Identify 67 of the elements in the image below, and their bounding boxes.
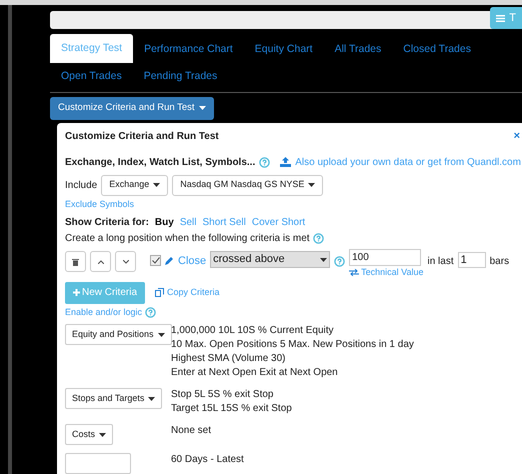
panel-title: Customize Criteria and Run Test [65,130,219,144]
delete-button[interactable] [65,251,86,272]
field-link[interactable]: Close [178,253,206,270]
exchanges-dropdown[interactable]: Nasdaq GM Nasdaq GS NYSE [172,174,324,196]
tab[interactable]: Performance Chart [133,36,244,63]
close-button[interactable]: × [514,128,520,144]
settings-summary: Target 15L 15S % exit Stop [171,402,292,416]
settings-summary: Enter at Next Open Exit at Next Open [171,366,339,380]
tab[interactable]: Open Trades [50,63,133,90]
upload-link[interactable]: Also upload your own data or get from Quandl.com [295,154,521,170]
settings-dropdown[interactable]: Stops and Targets [65,388,162,409]
settings-dropdown[interactable]: Costs [65,424,114,445]
tab[interactable]: All Trades [324,36,392,63]
section-heading: Exchange, Index, Watch List, Symbols... [65,156,256,170]
criteria-side-link[interactable]: Sell [180,215,196,230]
plus-icon [73,289,80,296]
help-icon[interactable] [334,256,346,267]
customize-button[interactable]: Customize Criteria and Run Test [50,96,214,120]
criteria-side-link[interactable]: Cover Short [252,215,306,230]
logic-link[interactable]: Enable and/or logic [65,306,142,319]
value-field[interactable]: 100 [349,249,422,266]
swap-icon [349,269,360,276]
caret-icon [320,258,328,262]
settings-dropdown[interactable] [65,453,131,474]
tab[interactable]: Pending Trades [132,63,228,90]
type-dropdown[interactable]: Exchange [101,174,168,196]
move-down-button[interactable] [115,251,136,272]
operator-dropdown[interactable]: crossed above [210,251,330,268]
criteria-intro: Create a long position when the following criteria is met [65,232,310,246]
tab[interactable]: Equity Chart [244,36,324,63]
check-icon [152,257,160,264]
include-label: Include [65,178,98,192]
value-type-link[interactable]: Technical Value [349,266,424,280]
show-criteria-label: Show Criteria for: [65,216,149,230]
settings-summary: 1,000,000 10L 10S % Current Equity [171,324,335,338]
copy-icon [155,288,164,297]
caret-icon [308,183,316,187]
settings-summary: Highest SMA (Volume 30) [171,352,286,366]
help-icon[interactable] [312,233,324,244]
help-icon[interactable] [259,156,270,168]
upload-icon [280,157,292,167]
caret-icon [153,183,160,187]
bars-label: bars [490,255,510,269]
caret-icon [99,432,106,436]
caret-icon [148,396,156,400]
chevron-down-icon [122,260,128,264]
criteria-side-link[interactable]: Buy [154,215,174,230]
caret-icon [158,332,165,336]
settings-summary: Stop 5L 5S % exit Stop [171,388,274,402]
exclude-symbols-link[interactable]: Exclude Symbols [65,198,522,211]
scrollbar[interactable] [8,5,12,474]
help-icon[interactable] [145,306,156,318]
list-icon [496,14,506,22]
trash-icon [72,258,79,266]
criteria-side-link[interactable]: Short Sell [202,215,246,230]
copy-criteria-link[interactable]: Copy Criteria [155,286,220,300]
in-last-label: in last [428,255,454,269]
settings-dropdown[interactable]: Equity and Positions [65,324,172,345]
caret-icon [198,106,206,110]
tab[interactable]: Closed Trades [392,36,482,63]
pencil-icon [165,256,174,265]
settings-summary: 60 Days - Latest [171,453,244,467]
settings-summary: None set [171,424,212,438]
bars-field[interactable]: 1 [458,252,486,268]
settings-summary: 10 Max. Open Positions 5 Max. New Positions in 1 day [171,338,414,352]
checkbox[interactable] [150,255,161,266]
chevron-up-icon [98,260,104,264]
